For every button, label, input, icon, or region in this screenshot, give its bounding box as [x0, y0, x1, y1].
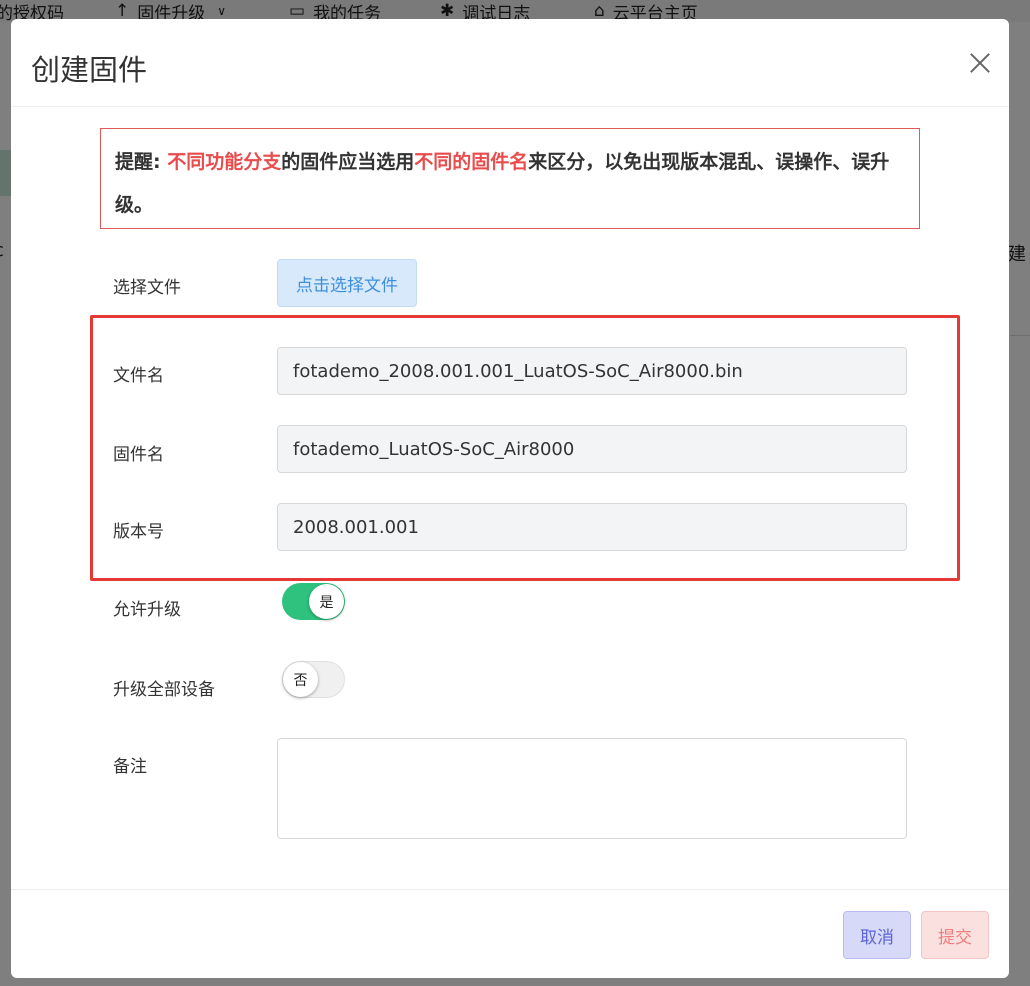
allow-upgrade-toggle[interactable]: 是	[282, 583, 345, 620]
close-icon[interactable]	[967, 50, 993, 76]
create-firmware-modal: 创建固件 提醒: 不同功能分支的固件应当选用不同的固件名来区分，以免出现版本混乱…	[11, 19, 1009, 978]
modal-title: 创建固件	[31, 53, 148, 87]
notice-highlight-branch: 不同功能分支	[167, 151, 282, 173]
warning-notice: 提醒: 不同功能分支的固件应当选用不同的固件名来区分，以免出现版本混乱、误操作、…	[100, 128, 920, 229]
upgrade-all-devices-toggle[interactable]: 否	[282, 661, 345, 698]
file-select-label: 选择文件	[113, 278, 181, 298]
notice-text: 的固件应当选用	[281, 151, 415, 173]
filename-label: 文件名	[113, 366, 164, 386]
allow-upgrade-label: 允许升级	[113, 600, 181, 620]
firmware-name-label: 固件名	[113, 445, 164, 465]
modal-footer-divider	[11, 889, 1009, 890]
choose-file-button[interactable]: 点击选择文件	[277, 259, 417, 307]
cancel-button[interactable]: 取消	[843, 911, 911, 959]
remark-label: 备注	[113, 757, 147, 777]
version-label: 版本号	[113, 522, 164, 542]
upgrade-all-devices-label: 升级全部设备	[113, 680, 215, 700]
modal-header: 创建固件	[11, 19, 1009, 107]
filename-field[interactable]: fotademo_2008.001.001_LuatOS-SoC_Air8000…	[277, 347, 907, 395]
toggle-knob: 是	[309, 584, 344, 619]
toggle-knob: 否	[283, 662, 318, 697]
notice-highlight-name: 不同的固件名	[414, 151, 529, 173]
version-field[interactable]: 2008.001.001	[277, 503, 907, 551]
firmware-name-field[interactable]: fotademo_LuatOS-SoC_Air8000	[277, 425, 907, 473]
notice-prefix: 提醒:	[115, 151, 168, 173]
submit-button[interactable]: 提交	[921, 911, 989, 959]
remark-textarea[interactable]	[277, 738, 907, 839]
